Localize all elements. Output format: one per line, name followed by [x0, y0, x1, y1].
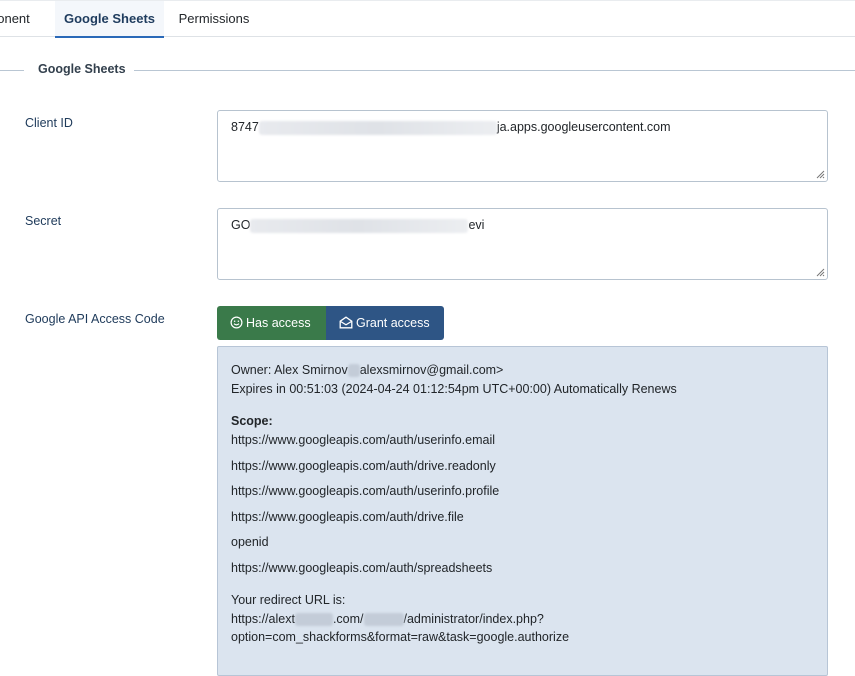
fieldset-border-left	[0, 70, 24, 71]
redirect-url-part: .com/	[332, 612, 364, 626]
scope-item: https://www.googleapis.com/auth/spreadsh…	[231, 561, 493, 575]
client-id-textarea[interactable]: 8747 ja.apps.googleusercontent.com	[217, 110, 828, 182]
secret-label: Secret	[25, 214, 62, 228]
tab-permissions[interactable]: Permissions	[164, 1, 264, 38]
tab-google-sheets-label: Google Sheets	[63, 11, 156, 26]
tab-component-label: ponent	[0, 11, 30, 26]
redirect-url-part: https://alext	[231, 612, 295, 626]
has-access-label: Has access	[246, 316, 311, 330]
tab-google-sheets[interactable]: Google Sheets	[55, 1, 164, 38]
redirect-redacted-path	[363, 613, 404, 627]
redirect-label: Your redirect URL is:	[231, 593, 346, 607]
access-info-panel: Owner: Alex Smirnov alexsmirnov@gmail.com…	[217, 346, 828, 676]
owner-line: Owner: Alex Smirnov alexsmirnov@gmail.com…	[231, 363, 504, 378]
scope-item: https://www.googleapis.com/auth/drive.re…	[231, 459, 496, 473]
owner-prefix: Owner: Alex Smirnov	[231, 363, 348, 377]
redirect-url-line2: option=com_shackforms&format=raw&task=go…	[231, 630, 570, 644]
scope-label: Scope:	[231, 414, 273, 428]
fieldset-border-right	[134, 70, 855, 71]
redirect-redacted-domain	[294, 613, 333, 627]
tab-permissions-label: Permissions	[178, 11, 250, 26]
expires-line: Expires in 00:51:03 (2024-04-24 01:12:54…	[231, 382, 677, 396]
scope-item: https://www.googleapis.com/auth/userinfo…	[231, 484, 500, 498]
grant-access-label: Grant access	[356, 316, 430, 330]
scope-item: https://www.googleapis.com/auth/drive.fi…	[231, 510, 464, 524]
secret-redacted	[250, 218, 469, 233]
smile-icon	[230, 316, 243, 329]
access-code-label: Google API Access Code	[25, 312, 165, 326]
client-id-label: Client ID	[25, 116, 73, 130]
fieldset-legend: Google Sheets	[38, 62, 126, 76]
grant-access-button[interactable]: Grant access	[326, 306, 444, 340]
tab-bar: ponent Google Sheets Permissions	[0, 0, 855, 38]
envelope-open-icon	[339, 316, 353, 329]
owner-email: alexsmirnov@gmail.com>	[359, 363, 504, 377]
scope-item: https://www.googleapis.com/auth/userinfo…	[231, 433, 496, 447]
client-id-value-suffix: ja.apps.googleusercontent.com	[496, 120, 671, 134]
redirect-url-part: /administrator/index.php?	[403, 612, 544, 626]
resize-grip-icon[interactable]	[816, 170, 825, 179]
secret-textarea[interactable]: GO evi	[217, 208, 828, 280]
secret-value-prefix: GO	[231, 218, 251, 232]
secret-value-suffix: evi	[468, 218, 485, 232]
has-access-button[interactable]: Has access	[217, 306, 326, 340]
client-id-value-prefix: 8747	[231, 120, 259, 134]
redirect-url-line1: https://alext .com/ /administrator/index.p…	[231, 612, 544, 627]
client-id-redacted	[258, 120, 497, 135]
owner-redacted	[347, 364, 360, 378]
tab-component[interactable]: ponent	[0, 1, 42, 38]
scope-item: openid	[231, 535, 269, 549]
resize-grip-icon[interactable]	[816, 268, 825, 277]
